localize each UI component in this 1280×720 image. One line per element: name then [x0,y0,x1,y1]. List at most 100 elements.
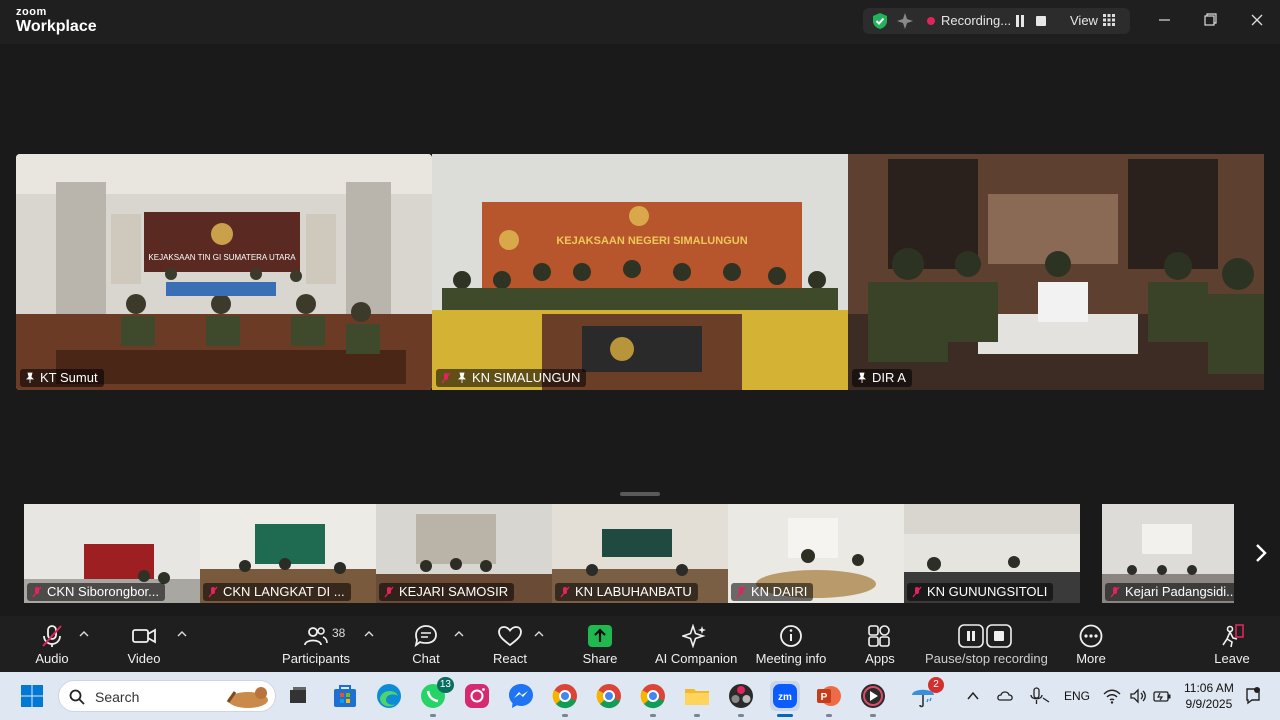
leave-button[interactable]: Leave [1212,616,1252,672]
volume-icon[interactable] [1128,686,1148,706]
file-explorer-app[interactable] [682,681,712,717]
audio-options-chevron-up-icon[interactable] [79,630,89,638]
video-tile-kn-labuhanbatu[interactable]: KN LABUHANBATU [552,504,728,603]
participant-name: KT Sumut [40,370,98,385]
apps-button[interactable]: Apps [860,616,900,672]
participants-options-chevron-up-icon[interactable] [364,630,374,638]
windows-start-icon[interactable] [20,684,44,708]
pin-icon [858,372,866,383]
voice-access-icon[interactable] [1028,686,1050,706]
stop-recording-icon[interactable] [1036,16,1046,26]
obs-app[interactable] [726,681,756,717]
chrome-icon [596,684,621,709]
video-tile-kejari-padangsidimpuan[interactable]: Kejari Padangsidi... [1102,504,1234,603]
taskbar-search[interactable]: Search [58,680,276,712]
powerpoint-app[interactable]: P [814,681,844,717]
video-tile-kn-dairi[interactable]: KN DAIRI [728,504,904,603]
video-button[interactable]: Video [120,616,168,672]
messenger-app[interactable] [506,681,536,711]
store-icon [334,685,356,707]
task-view-app[interactable] [283,681,313,711]
gallery-next-arrow-icon[interactable] [1250,540,1272,566]
participant-name-label: CKN LANGKAT DI ... [203,583,351,601]
taskbar-clock[interactable]: 11:06 AM 9/9/2025 [1184,680,1234,712]
participant-name: DIR A [872,370,906,385]
more-icon [1079,624,1103,648]
minimize-icon[interactable] [1141,0,1187,40]
chat-button[interactable]: Chat [404,616,448,672]
onedrive-sync-icon[interactable] [996,686,1016,706]
share-button[interactable]: Share [578,616,622,672]
pin-icon [26,372,34,383]
show-hidden-icons-chevron-up-icon[interactable] [966,690,980,702]
video-tile-ckn-siborongborong[interactable]: CKN Siborongbor... [24,504,200,603]
chrome-icon [552,684,577,709]
zoom-icon: zm [773,684,797,708]
meeting-info-button[interactable]: Meeting info [755,616,827,672]
participants-button[interactable]: 38 Participants [281,616,351,672]
windows-taskbar: Search 13 zm P 2 ENG 11:06 AM 9/9/2025 [0,672,1280,720]
wifi-icon[interactable] [1102,686,1122,706]
pause-recording-icon[interactable] [1015,15,1025,27]
chat-options-chevron-up-icon[interactable] [454,630,464,638]
ai-companion-button[interactable]: AI Companion [655,616,738,672]
zoom-logo: zoom Workplace [16,7,97,35]
video-tile-kejari-samosir[interactable]: KEJARI SAMOSIR [376,504,552,603]
view-button[interactable]: View [1070,13,1098,28]
video-options-chevron-up-icon[interactable] [177,630,187,638]
participant-name-label: KT Sumut [20,369,104,387]
whatsapp-app[interactable]: 13 [418,677,454,717]
restore-icon[interactable] [1187,0,1233,40]
input-language[interactable]: ENG [1064,689,1090,703]
video-tile-kt-sumut[interactable]: KEJAKSAAN TIN GI SUMATERA UTARA KT Sumut [16,154,432,390]
ai-companion-label: AI Companion [655,651,738,666]
more-label: More [1076,651,1106,666]
brand-zoom: zoom [16,6,47,18]
edge-app[interactable] [374,681,404,711]
obs-icon [729,684,753,708]
chat-label: Chat [412,651,440,666]
participant-name: KN LABUHANBATU [575,584,692,599]
close-icon[interactable] [1234,0,1280,40]
participant-name-label: CKN Siborongbor... [27,583,166,601]
chrome-profile-3-app[interactable] [638,681,668,717]
recording-dot-icon [927,17,935,25]
chrome-profile-2-app[interactable] [594,681,624,711]
svg-text:P: P [821,692,828,703]
video-camera-icon [132,628,156,644]
battery-icon[interactable] [1152,686,1172,706]
powerpoint-icon: P [817,686,841,706]
audio-button[interactable]: Audio [28,616,76,672]
more-button[interactable]: More [1070,616,1112,672]
share-screen-icon [588,625,612,647]
zoom-app[interactable]: zm [770,681,800,717]
video-tile-ckn-langkat[interactable]: CKN LANGKAT DI ... [200,504,376,603]
chrome-app[interactable] [550,681,580,717]
media-player-app[interactable] [858,681,888,717]
microphone-muted-icon [560,586,570,598]
microphone-muted-icon [1110,586,1120,598]
meeting-toolbar: Audio Video 38 Participants Chat React S… [0,616,1280,672]
grid-view-icon[interactable] [1103,14,1115,26]
encryption-shield-icon[interactable] [871,12,889,30]
gallery-resize-handle[interactable] [620,492,660,496]
pause-stop-recording-button[interactable]: Pause/stop recording [925,616,1048,672]
store-app[interactable] [330,681,360,711]
video-label: Video [127,651,161,666]
ai-sparkle-icon[interactable] [896,12,914,30]
kt-sumut-banner-text: KEJAKSAAN TIN GI SUMATERA UTARA [148,253,296,262]
video-tile-dir-a[interactable]: DIR A [848,154,1264,390]
apps-label: Apps [865,651,895,666]
video-tile-kn-gunungsitoli[interactable]: KN GUNUNGSITOLI [904,504,1080,603]
instagram-app[interactable] [462,681,492,711]
video-tile-kn-simalungun[interactable]: KEJAKSAAN NEGERI SIMALUNGUN KN SIMALUNGU… [432,154,848,390]
pin-icon [458,372,466,383]
instagram-icon [465,684,489,708]
react-button[interactable]: React [488,616,532,672]
heart-icon [498,626,522,647]
weather-widget[interactable]: 2 [908,677,944,711]
react-options-chevron-up-icon[interactable] [534,630,544,638]
participant-name-label: KN SIMALUNGUN [436,369,587,387]
microphone-muted-icon [42,625,62,647]
notifications-icon[interactable] [1244,686,1262,706]
